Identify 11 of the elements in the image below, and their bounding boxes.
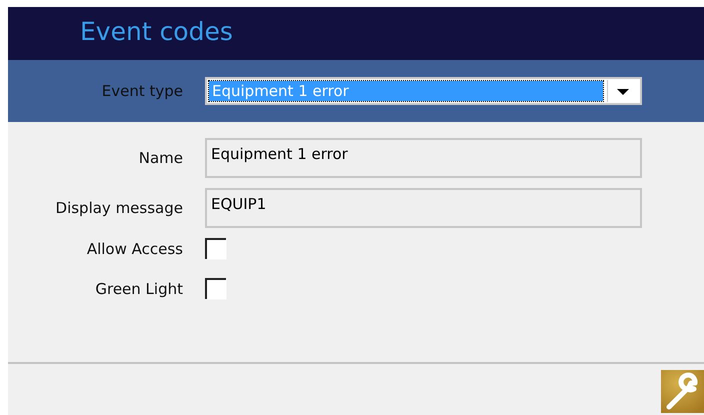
field-label: Display message xyxy=(54,199,184,217)
name-field[interactable]: Equipment 1 error xyxy=(205,138,642,178)
checkbox[interactable] xyxy=(205,278,227,300)
checkbox[interactable] xyxy=(205,238,227,260)
checkbox-label: Allow Access xyxy=(86,240,184,258)
wrench-button-icon[interactable] xyxy=(661,370,704,413)
display-message-field[interactable]: EQUIP1 xyxy=(205,188,642,228)
field-label: Event type xyxy=(100,82,184,100)
page-title: Event codes xyxy=(80,17,233,46)
checkbox-label: Green Light xyxy=(94,280,184,298)
field-label: Name xyxy=(138,149,184,167)
